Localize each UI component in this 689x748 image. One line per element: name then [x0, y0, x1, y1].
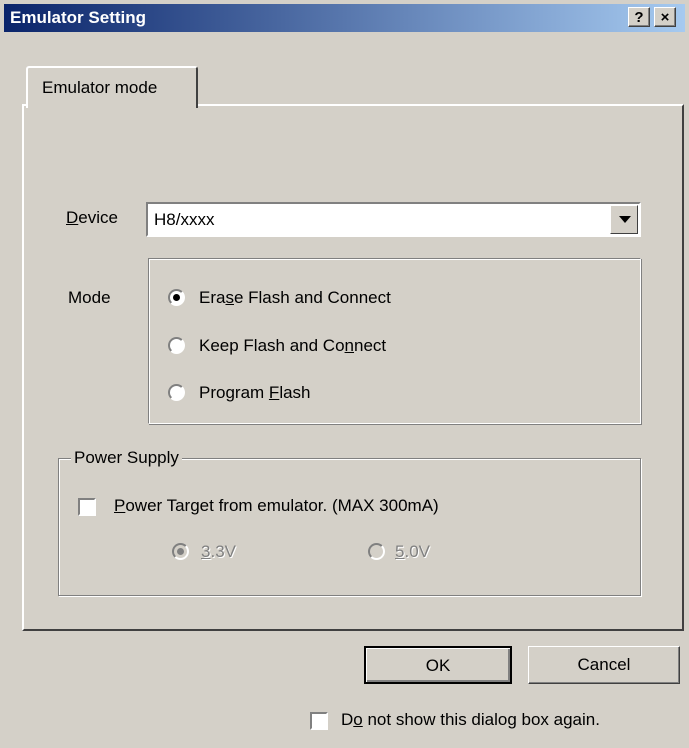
- tab-label: Emulator mode: [42, 78, 158, 97]
- device-select[interactable]: H8/xxxx: [146, 202, 641, 237]
- tab-emulator-mode[interactable]: Emulator mode: [26, 66, 198, 108]
- emulator-setting-dialog: Emulator Setting ? × Emulator mode Devic…: [0, 0, 689, 748]
- radio-erase-flash[interactable]: [168, 289, 185, 306]
- window-title: Emulator Setting: [10, 8, 147, 27]
- device-value: H8/xxxx: [154, 210, 215, 229]
- device-label: Device: [66, 208, 118, 227]
- power-supply-legend: Power Supply: [71, 448, 182, 468]
- radio-5v0-label[interactable]: 5.0V: [395, 542, 430, 562]
- do-not-show-checkbox[interactable]: [310, 712, 328, 730]
- do-not-show-label[interactable]: Do not show this dialog box again.: [341, 710, 600, 730]
- power-target-label[interactable]: Power Target from emulator. (MAX 300mA): [114, 496, 439, 516]
- radio-program-flash[interactable]: [168, 384, 185, 401]
- title-bar[interactable]: Emulator Setting ? ×: [4, 4, 685, 32]
- close-icon: ×: [660, 9, 670, 26]
- power-target-checkbox[interactable]: [78, 498, 96, 516]
- close-button[interactable]: ×: [654, 7, 676, 27]
- cancel-button[interactable]: Cancel: [528, 646, 680, 684]
- radio-erase-flash-label[interactable]: Erase Flash and Connect: [199, 288, 391, 308]
- dropdown-button[interactable]: [610, 205, 638, 234]
- power-supply-group: Power Supply: [58, 448, 641, 596]
- ok-button[interactable]: OK: [364, 646, 512, 684]
- radio-keep-flash-label[interactable]: Keep Flash and Connect: [199, 336, 386, 356]
- radio-3v3[interactable]: [172, 543, 189, 560]
- radio-keep-flash[interactable]: [168, 337, 185, 354]
- mode-label: Mode: [68, 288, 111, 307]
- help-icon: ?: [634, 9, 644, 26]
- radio-5v0[interactable]: [368, 543, 385, 560]
- radio-3v3-label[interactable]: 3.3V: [201, 542, 236, 562]
- radio-program-flash-label[interactable]: Program Flash: [199, 383, 311, 403]
- help-button[interactable]: ?: [628, 7, 650, 27]
